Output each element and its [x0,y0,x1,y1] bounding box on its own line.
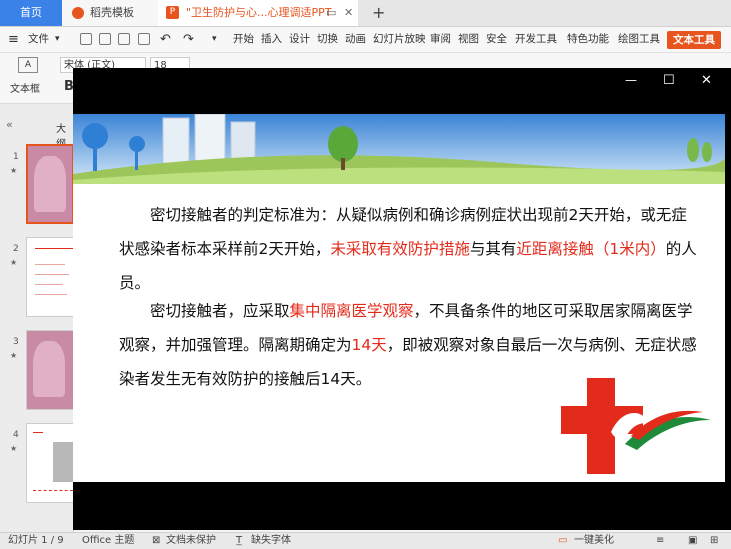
text-line [35,274,69,275]
textbox-label[interactable]: 文本框 [10,80,40,95]
close-tab-icon[interactable]: ✕ [344,0,353,26]
font-icon[interactable]: T̲ [236,533,242,549]
tab-template[interactable]: 稻壳模板 [62,0,159,26]
menu-features[interactable]: 特色功能 [567,27,609,52]
document-protect-status[interactable]: 文档未保护 [166,533,216,549]
preview-icon[interactable] [138,33,150,45]
thumbnail-slide-2[interactable] [26,237,74,317]
docer-logo-icon [72,7,84,19]
text-line [35,264,65,265]
menu-home[interactable]: 开始 [233,27,254,52]
missing-font-status[interactable]: 缺失字体 [251,533,291,549]
slide-canvas[interactable]: 密切接触者的判定标准为：从疑似病例和确诊病例症状出现前2天开始，或无症状感染者标… [73,114,725,482]
menu-insert[interactable]: 插入 [261,27,282,52]
tab-presentation-label: "卫生防护与心...心理调适PPT [186,6,332,19]
divider [33,490,73,492]
thumb-number: 1 [13,152,19,162]
menu-design[interactable]: 设计 [289,27,310,52]
divider [35,248,73,249]
beautify-icon[interactable]: ▭ [558,533,567,549]
new-tab-icon[interactable]: + [372,0,385,26]
slide-counter: 幻灯片 1 / 9 [8,535,64,546]
chevron-down-icon[interactable]: ▾ [55,27,60,52]
slideshow-window: — ☐ ✕ 密切接触者的判定标准为：从疑似病例和确诊病例症状出现前2天开始，或无… [73,68,731,530]
paragraph-close-contact-criteria: 密切接触者的判定标准为：从疑似病例和确诊病例症状出现前2天开始，或无症状感染者标… [119,198,699,300]
status-bar: 幻灯片 1 / 9 Office 主题 ⊠ 文档未保护 T̲ 缺失字体 ▭ 一键… [0,532,731,549]
tab-bar: 首页 稻壳模板 P "卫生防护与心...心理调适PPT ▭ ✕ + [0,0,731,27]
tab-home[interactable]: 首页 [0,0,62,26]
tab-presentation[interactable]: P "卫生防护与心...心理调适PPT ▭ ✕ [158,0,358,26]
undo-icon[interactable]: ↶ [160,27,171,52]
textbox-icon[interactable]: A [18,57,38,73]
thumbnail-slide-4[interactable] [26,423,74,503]
normal-view-icon[interactable]: ▣ [688,533,697,549]
thumb-number: 2 [13,244,19,254]
minimize-icon[interactable]: — [625,73,637,87]
highlight-centralized-quarantine: 集中隔离医学观察 [289,302,414,320]
highlight-14-days: 14天 [351,336,387,354]
menu-file[interactable]: 文件 [28,27,49,52]
theme-name[interactable]: Office 主题 [82,533,134,549]
figure-image [33,341,65,397]
tab-template-label: 稻壳模板 [90,6,134,19]
text-line [35,284,63,285]
animation-star-icon: ★ [10,166,18,175]
menu-view[interactable]: 视图 [458,27,479,52]
menu-animation[interactable]: 动画 [345,27,366,52]
close-icon[interactable]: ✕ [701,73,712,88]
animation-star-icon: ★ [10,444,18,453]
more-chevron-icon[interactable]: ▾ [212,27,217,52]
menu-dev-tools[interactable]: 开发工具 [515,27,557,52]
highlight-no-protection: 未采取有效防护措施 [330,240,470,258]
menu-text-tools[interactable]: 文本工具 [667,31,721,49]
photo-placeholder [53,442,73,482]
figure-image [34,156,66,212]
thumb-number: 3 [13,337,19,347]
menu-bar: ≡ 文件 ▾ ↶ ↷ ▾ 开始 插入 设计 切换 动画 幻灯片放映 审阅 视图 … [0,27,731,53]
menu-drawing-tools[interactable]: 绘图工具 [618,27,660,52]
maximize-icon[interactable]: ☐ [663,73,675,88]
print-icon[interactable] [118,33,130,45]
thumbnail-slide-1[interactable] [26,144,74,224]
menu-slideshow[interactable]: 幻灯片放映 [373,27,426,52]
text-run: 密切接触者，应采取 [150,302,290,320]
export-icon[interactable] [99,33,111,45]
collapse-panel-icon[interactable]: « [6,118,13,131]
animation-star-icon: ★ [10,351,18,360]
hamburger-icon[interactable]: ≡ [8,27,19,52]
sorter-view-icon[interactable]: ⊞ [710,533,718,549]
redo-icon[interactable]: ↷ [183,27,194,52]
thumbnail-slide-3[interactable] [26,330,74,410]
save-icon[interactable] [80,33,92,45]
monitor-icon[interactable]: ▭ [326,0,336,26]
text-line [35,294,67,295]
red-cross-logo [561,378,711,474]
menu-transition[interactable]: 切换 [317,27,338,52]
beautify-button[interactable]: 一键美化 [574,533,614,549]
animation-star-icon: ★ [10,258,18,267]
thumb-number: 4 [13,430,19,440]
slide-thumbnail-panel: « 大纲 1 ★ 2 ★ 3 ★ 4 ★ [0,104,74,532]
text-run: 与其有 [469,240,517,258]
divider [33,432,43,433]
header-illustration [73,114,725,184]
protect-icon[interactable]: ⊠ [152,533,160,549]
notes-view-icon[interactable]: ≡ [656,533,664,549]
ppt-file-icon: P [166,6,179,19]
menu-security[interactable]: 安全 [486,27,507,52]
highlight-close-distance: 近距离接触（1米内） [516,240,666,258]
menu-review[interactable]: 审阅 [430,27,451,52]
